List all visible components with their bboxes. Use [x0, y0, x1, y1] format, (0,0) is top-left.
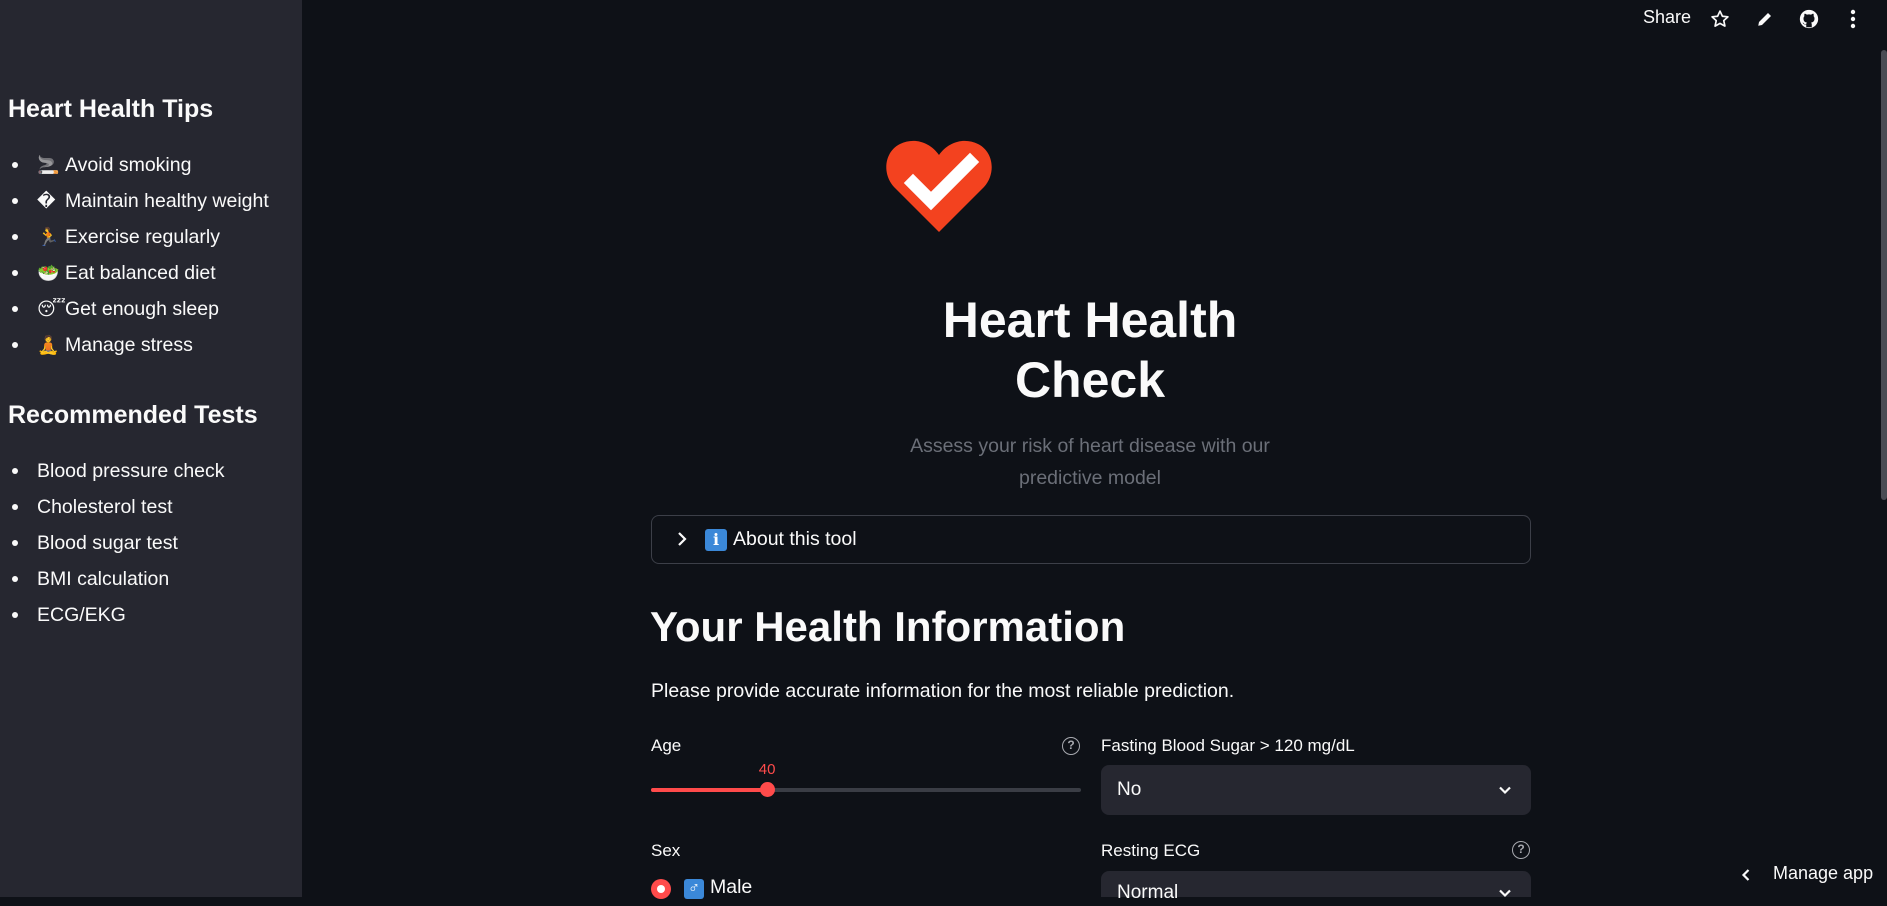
tip-label: Eat balanced diet: [65, 262, 216, 284]
subtitle-line1: Assess your risk of heart disease with o…: [910, 435, 1270, 457]
page-title-line2: Check: [1014, 352, 1166, 408]
tip-label: Avoid smoking: [65, 154, 192, 176]
tip-label: Manage stress: [65, 334, 193, 356]
age-slider-value: 40: [758, 761, 776, 778]
page-title-line1: Heart Health: [942, 292, 1238, 348]
sidebar: Heart Health Tips 🚬 Avoid smoking � Maintai…: [0, 0, 302, 897]
resting-ecg-select[interactable]: Normal: [1101, 871, 1531, 903]
tip-item: � Maintain healthy weight: [8, 183, 269, 219]
star-icon[interactable]: [1709, 8, 1731, 30]
scrollbar[interactable]: [1881, 50, 1887, 500]
tip-label: Get enough sleep: [65, 298, 219, 320]
tip-item: 🚬 Avoid smoking: [8, 147, 269, 183]
chevron-right-icon: [672, 529, 692, 549]
page-title: Heart Health Check: [940, 290, 1240, 410]
share-button[interactable]: Share: [1643, 7, 1691, 28]
male-icon: ♂: [684, 879, 704, 899]
tip-item: 🏃 Exercise regularly: [8, 219, 269, 255]
test-item: Blood sugar test: [8, 525, 225, 561]
more-vert-icon[interactable]: [1842, 8, 1864, 30]
sex-label: Sex: [651, 841, 681, 860]
tip-label: Maintain healthy weight: [65, 190, 269, 212]
tip-item: 🥗 Eat balanced diet: [8, 255, 269, 291]
section-subheading: Please provide accurate information for …: [651, 680, 1235, 702]
tip-item: 😴Get enough sleep: [8, 291, 269, 327]
about-label: About this tool: [733, 528, 857, 550]
section-heading: Your Health Information: [650, 603, 1126, 650]
sex-radio-male[interactable]: [651, 879, 671, 899]
heart-check-icon: [886, 138, 992, 234]
sex-option-male[interactable]: ♂ Male: [684, 876, 752, 899]
test-item: Cholesterol test: [8, 489, 225, 525]
github-icon[interactable]: [1798, 8, 1820, 30]
tip-emoji-icon: 🧘: [37, 335, 60, 356]
chevron-down-icon: [1497, 885, 1513, 901]
tests-list: Blood pressure check Cholesterol test Bloo…: [8, 453, 225, 633]
tip-emoji-icon: �: [37, 191, 56, 212]
test-item: ECG/EKG: [8, 597, 225, 633]
tip-emoji-icon: 🥗: [37, 263, 60, 284]
fbs-label: Fasting Blood Sugar > 120 mg/dL: [1101, 736, 1355, 755]
age-slider[interactable]: 40: [651, 761, 1081, 797]
manage-app-button[interactable]: Manage app: [1773, 863, 1873, 884]
fbs-select[interactable]: No: [1101, 765, 1531, 815]
test-item: Blood pressure check: [8, 453, 225, 489]
tip-label: Exercise regularly: [65, 226, 220, 248]
help-icon[interactable]: ?: [1512, 841, 1530, 859]
subtitle-line2: predictive model: [1019, 467, 1161, 489]
tip-emoji-icon: 🏃: [37, 227, 60, 248]
test-item: BMI calculation: [8, 561, 225, 597]
tips-list: 🚬 Avoid smoking � Maintain healthy weight 🏃 E…: [8, 147, 269, 363]
age-slider-thumb[interactable]: [760, 782, 776, 797]
resting-ecg-value: Normal: [1117, 882, 1179, 903]
tip-emoji-icon: 😴: [37, 299, 66, 320]
fbs-value: No: [1117, 779, 1142, 800]
tests-heading: Recommended Tests: [8, 401, 258, 429]
edit-icon[interactable]: [1754, 8, 1776, 30]
chevron-down-icon: [1497, 782, 1513, 798]
resting-ecg-label: Resting ECG: [1101, 841, 1201, 860]
help-icon[interactable]: ?: [1062, 737, 1080, 755]
age-label: Age: [651, 736, 682, 755]
chevron-left-icon[interactable]: [1738, 867, 1754, 883]
tip-emoji-icon: 🚬: [37, 155, 60, 176]
tip-item: 🧘 Manage stress: [8, 327, 269, 363]
age-slider-fill: [651, 788, 768, 792]
info-icon: i: [705, 529, 727, 551]
page-subtitle: Assess your risk of heart disease with o…: [900, 430, 1280, 494]
about-expander[interactable]: i About this tool: [651, 515, 1531, 564]
tips-heading: Heart Health Tips: [8, 95, 214, 123]
sex-option-label: Male: [710, 876, 753, 898]
